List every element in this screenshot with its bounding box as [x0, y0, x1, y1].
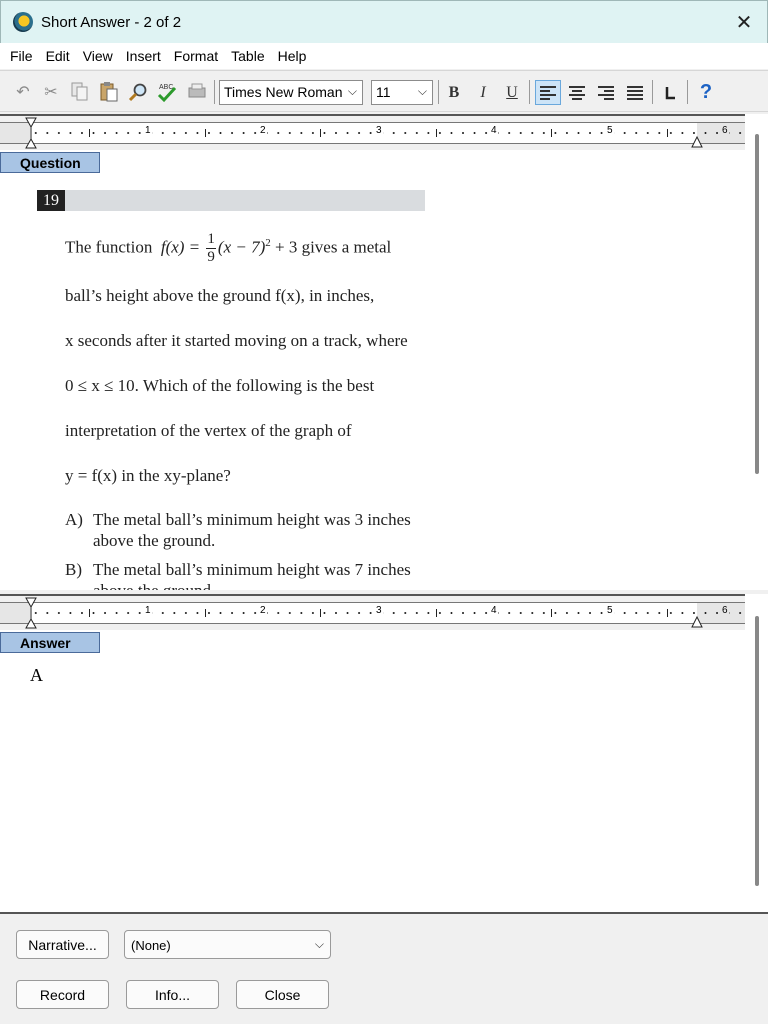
paste-icon[interactable] [98, 81, 120, 103]
close-window-icon[interactable]: ✕ [729, 7, 759, 37]
ruler-tick-label: 6 [721, 605, 729, 616]
close-button[interactable]: Close [236, 980, 329, 1009]
font-name-value: Times New Roman [224, 84, 343, 100]
question-editor[interactable]: Question 19 The function f(x) = 1 9 (x − 7… [0, 150, 745, 590]
question-ruler: 1 2 3 4 5 6 [0, 114, 745, 150]
first-line-indent-icon[interactable] [25, 117, 37, 152]
narrative-select[interactable]: (None) ⌵ [124, 930, 331, 959]
toolbar-separator [438, 80, 439, 104]
toolbar-separator [687, 80, 688, 104]
question-line-1: The function f(x) = 1 9 (x − 7)2 + 3 gives… [65, 231, 392, 265]
narrative-button[interactable]: Narrative... [16, 930, 109, 959]
record-button[interactable]: Record [16, 980, 109, 1009]
menu-format[interactable]: Format [168, 48, 225, 64]
right-indent-icon[interactable] [691, 615, 703, 631]
ruler-tick-label: 5 [606, 605, 614, 616]
window-title: Short Answer - 2 of 2 [41, 13, 182, 31]
menu-edit[interactable]: Edit [40, 48, 77, 64]
ruler-tick-label: 4 [490, 125, 498, 136]
answer-editor[interactable]: Answer A [0, 630, 745, 912]
ruler-tick-label: 5 [606, 125, 614, 136]
ruler-tick-label: 2 [259, 605, 267, 616]
find-icon[interactable] [127, 81, 149, 103]
justify-button[interactable] [622, 80, 648, 105]
align-left-icon [540, 85, 556, 100]
menu-file[interactable]: File [4, 48, 40, 64]
toolbar-separator [529, 80, 530, 104]
question-number-bar: 19 [37, 190, 425, 211]
ruler-tick-label: 6 [721, 125, 729, 136]
font-size-combo[interactable]: 11 ⌵ [371, 80, 433, 105]
ruler-tick-label: 3 [375, 605, 383, 616]
align-center-button[interactable] [564, 80, 590, 105]
menu-help[interactable]: Help [272, 48, 314, 64]
title-bar: Short Answer - 2 of 2 ✕ [0, 0, 768, 43]
italic-button[interactable]: I [470, 80, 496, 105]
choice-b: B) The metal ball’s minimum height was 7 … [65, 560, 411, 579]
app-logo-icon [13, 12, 33, 32]
justify-icon [627, 85, 643, 100]
answer-scrollbar[interactable] [745, 594, 768, 912]
question-section-label: Question [0, 152, 100, 173]
answer-ruler: 1 2 3 4 5 6 [0, 594, 745, 630]
align-center-icon [569, 85, 585, 100]
print-icon[interactable] [186, 81, 208, 103]
scrollbar-thumb[interactable] [755, 616, 759, 886]
scrollbar-thumb[interactable] [755, 134, 759, 474]
ruler-tick-label: 3 [375, 125, 383, 136]
menu-table[interactable]: Table [225, 48, 271, 64]
right-indent-icon[interactable] [691, 135, 703, 151]
chevron-down-icon: ⌵ [347, 84, 357, 98]
question-line-3: x seconds after it started moving on a t… [65, 331, 408, 350]
font-size-value: 11 [376, 84, 391, 100]
question-number: 19 [37, 190, 65, 211]
ruler-tick-label: 1 [144, 605, 152, 616]
ruler-tick-label: 2 [259, 125, 267, 136]
spellcheck-icon[interactable]: ABC [156, 81, 178, 103]
toolbar-separator [652, 80, 653, 104]
tab-stop-button[interactable] [657, 80, 683, 105]
toolbar-separator [214, 80, 215, 104]
cut-icon[interactable]: ✂ [40, 81, 62, 103]
answer-section-label: Answer [0, 632, 100, 653]
align-right-button[interactable] [593, 80, 619, 105]
ruler-tick-label: 4 [490, 605, 498, 616]
chevron-down-icon: ⌵ [314, 937, 324, 951]
menu-view[interactable]: View [77, 48, 120, 64]
question-scrollbar[interactable] [745, 114, 768, 590]
menu-insert[interactable]: Insert [120, 48, 168, 64]
bottom-bar: Narrative... (None) ⌵ Record Info... Clo… [0, 912, 768, 1024]
question-line-6: y = f(x) in the xy-plane? [65, 466, 231, 485]
copy-icon[interactable] [69, 81, 91, 103]
tab-stop-icon [665, 86, 675, 99]
answer-text: A [30, 665, 43, 685]
choice-a: A) The metal ball’s minimum height was 3 … [65, 510, 411, 529]
align-left-button[interactable] [535, 80, 561, 105]
ruler-tick-label: 1 [144, 125, 152, 136]
first-line-indent-icon[interactable] [25, 597, 37, 632]
choice-b-continued: above the ground. [93, 581, 215, 590]
align-right-icon [598, 85, 614, 100]
narrative-select-value: (None) [131, 938, 171, 953]
underline-button[interactable]: U [499, 80, 525, 105]
question-line-4: 0 ≤ x ≤ 10. Which of the following is th… [65, 376, 375, 395]
bold-button[interactable]: B [441, 80, 467, 105]
choice-a-continued: above the ground. [93, 531, 216, 550]
undo-icon[interactable]: ↶ [12, 81, 34, 103]
info-button[interactable]: Info... [126, 980, 219, 1009]
question-line-2: ball’s height above the ground f(x), in … [65, 286, 375, 305]
font-name-combo[interactable]: Times New Roman ⌵ [219, 80, 363, 105]
menu-bar: File Edit View Insert Format Table Help [0, 43, 768, 69]
help-icon[interactable]: ? [693, 80, 719, 105]
question-line-5: interpretation of the vertex of the grap… [65, 421, 352, 440]
toolbar: ↶ ✂ ABC Times New Roman ⌵ 11 ⌵ B I U ? [0, 70, 768, 112]
chevron-down-icon: ⌵ [417, 84, 427, 98]
